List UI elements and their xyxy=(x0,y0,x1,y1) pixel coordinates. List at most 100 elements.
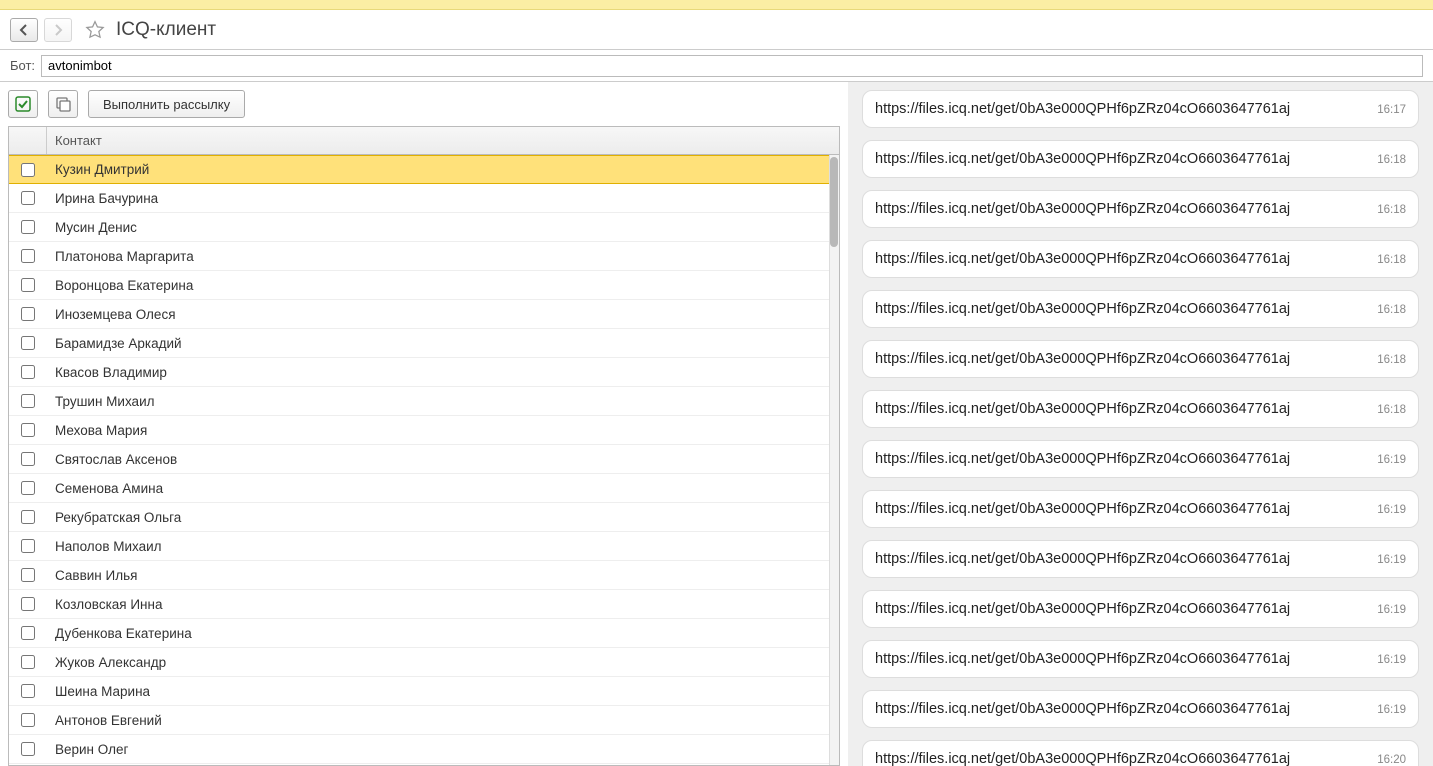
message-bubble[interactable]: https://files.icq.net/get/0bA3e000QPHf6p… xyxy=(862,540,1419,578)
row-checkbox[interactable] xyxy=(21,307,35,321)
nav-forward-button[interactable] xyxy=(44,18,72,42)
message-bubble[interactable]: https://files.icq.net/get/0bA3e000QPHf6p… xyxy=(862,640,1419,678)
row-contact-name: Кузин Дмитрий xyxy=(47,162,839,177)
table-row[interactable]: Дубенкова Екатерина xyxy=(9,619,839,648)
table-row[interactable]: Иноземцева Олеся xyxy=(9,300,839,329)
table-row[interactable]: Барамидзе Аркадий xyxy=(9,329,839,358)
table-row[interactable]: Антонов Евгений xyxy=(9,706,839,735)
table-row[interactable]: Саввин Илья xyxy=(9,561,839,590)
message-time: 16:20 xyxy=(1377,754,1406,766)
table-row[interactable]: Верин Олег xyxy=(9,735,839,764)
bot-field-row: Бот: xyxy=(0,50,1433,82)
contacts-panel: Выполнить рассылку Контакт Кузин Дмитрий… xyxy=(0,82,848,766)
check-all-icon xyxy=(15,96,31,112)
row-contact-name: Шеина Марина xyxy=(47,684,839,699)
grid-header-checkbox-col[interactable] xyxy=(9,127,47,154)
row-checkbox[interactable] xyxy=(21,481,35,495)
message-time: 16:18 xyxy=(1377,154,1406,166)
table-row[interactable]: Трушин Михаил xyxy=(9,387,839,416)
row-contact-name: Мусин Денис xyxy=(47,220,839,235)
row-checkbox-cell xyxy=(9,220,47,234)
message-bubble[interactable]: https://files.icq.net/get/0bA3e000QPHf6p… xyxy=(862,440,1419,478)
message-bubble[interactable]: https://files.icq.net/get/0bA3e000QPHf6p… xyxy=(862,90,1419,128)
grid-header-contact[interactable]: Контакт xyxy=(47,127,839,154)
row-checkbox[interactable] xyxy=(21,336,35,350)
row-checkbox[interactable] xyxy=(21,394,35,408)
message-bubble[interactable]: https://files.icq.net/get/0bA3e000QPHf6p… xyxy=(862,590,1419,628)
row-contact-name: Жуков Александр xyxy=(47,655,839,670)
row-checkbox-cell xyxy=(9,510,47,524)
message-url: https://files.icq.net/get/0bA3e000QPHf6p… xyxy=(875,251,1369,267)
messages-panel[interactable]: https://files.icq.net/get/0bA3e000QPHf6p… xyxy=(848,82,1433,766)
row-contact-name: Семенова Амина xyxy=(47,481,839,496)
message-bubble[interactable]: https://files.icq.net/get/0bA3e000QPHf6p… xyxy=(862,190,1419,228)
row-checkbox[interactable] xyxy=(21,626,35,640)
row-checkbox-cell xyxy=(9,394,47,408)
message-bubble[interactable]: https://files.icq.net/get/0bA3e000QPHf6p… xyxy=(862,290,1419,328)
table-row[interactable]: Святослав Аксенов xyxy=(9,445,839,474)
message-bubble[interactable]: https://files.icq.net/get/0bA3e000QPHf6p… xyxy=(862,390,1419,428)
message-time: 16:19 xyxy=(1377,454,1406,466)
check-all-button[interactable] xyxy=(8,90,38,118)
row-checkbox-cell xyxy=(9,307,47,321)
message-url: https://files.icq.net/get/0bA3e000QPHf6p… xyxy=(875,701,1369,717)
table-row[interactable]: Рекубратская Ольга xyxy=(9,503,839,532)
table-row[interactable]: Кузин Дмитрий xyxy=(9,155,839,184)
message-bubble[interactable]: https://files.icq.net/get/0bA3e000QPHf6p… xyxy=(862,340,1419,378)
row-checkbox[interactable] xyxy=(21,742,35,756)
grid-header: Контакт xyxy=(9,127,839,155)
table-row[interactable]: Жуков Александр xyxy=(9,648,839,677)
table-row[interactable]: Семенова Амина xyxy=(9,474,839,503)
row-checkbox[interactable] xyxy=(21,191,35,205)
row-checkbox[interactable] xyxy=(21,597,35,611)
row-contact-name: Козловская Инна xyxy=(47,597,839,612)
row-checkbox[interactable] xyxy=(21,452,35,466)
row-contact-name: Платонова Маргарита xyxy=(47,249,839,264)
table-row[interactable]: Ирина Бачурина xyxy=(9,184,839,213)
row-contact-name: Квасов Владимир xyxy=(47,365,839,380)
table-row[interactable]: Шеина Марина xyxy=(9,677,839,706)
grid-scrollbar-thumb[interactable] xyxy=(830,157,838,247)
message-url: https://files.icq.net/get/0bA3e000QPHf6p… xyxy=(875,501,1369,517)
bot-input[interactable] xyxy=(41,55,1423,77)
row-checkbox-cell xyxy=(9,452,47,466)
arrow-right-icon xyxy=(52,24,64,36)
message-time: 16:17 xyxy=(1377,104,1406,116)
row-checkbox[interactable] xyxy=(21,568,35,582)
table-row[interactable]: Мусин Денис xyxy=(9,213,839,242)
table-row[interactable]: Платонова Маргарита xyxy=(9,242,839,271)
message-bubble[interactable]: https://files.icq.net/get/0bA3e000QPHf6p… xyxy=(862,140,1419,178)
row-checkbox[interactable] xyxy=(21,278,35,292)
message-bubble[interactable]: https://files.icq.net/get/0bA3e000QPHf6p… xyxy=(862,740,1419,766)
table-row[interactable]: Козловская Инна xyxy=(9,590,839,619)
row-checkbox[interactable] xyxy=(21,220,35,234)
table-row[interactable]: Наполов Михаил xyxy=(9,532,839,561)
row-checkbox[interactable] xyxy=(21,684,35,698)
send-mailing-button[interactable]: Выполнить рассылку xyxy=(88,90,245,118)
favorite-star-button[interactable] xyxy=(84,19,106,41)
row-checkbox[interactable] xyxy=(21,163,35,177)
bot-label: Бот: xyxy=(10,58,35,73)
row-checkbox[interactable] xyxy=(21,655,35,669)
table-row[interactable]: Квасов Владимир xyxy=(9,358,839,387)
message-time: 16:19 xyxy=(1377,504,1406,516)
row-checkbox[interactable] xyxy=(21,713,35,727)
row-checkbox[interactable] xyxy=(21,510,35,524)
message-url: https://files.icq.net/get/0bA3e000QPHf6p… xyxy=(875,201,1369,217)
grid-body[interactable]: Кузин Дмитрий Ирина Бачурина Мусин Денис Пл… xyxy=(9,155,839,765)
row-checkbox-cell xyxy=(9,626,47,640)
message-url: https://files.icq.net/get/0bA3e000QPHf6p… xyxy=(875,551,1369,567)
row-checkbox[interactable] xyxy=(21,249,35,263)
uncheck-all-button[interactable] xyxy=(48,90,78,118)
message-bubble[interactable]: https://files.icq.net/get/0bA3e000QPHf6p… xyxy=(862,690,1419,728)
row-checkbox[interactable] xyxy=(21,423,35,437)
message-time: 16:19 xyxy=(1377,604,1406,616)
message-bubble[interactable]: https://files.icq.net/get/0bA3e000QPHf6p… xyxy=(862,490,1419,528)
row-checkbox[interactable] xyxy=(21,365,35,379)
table-row[interactable]: Мехова Мария xyxy=(9,416,839,445)
app-ribbon-stub xyxy=(0,0,1433,10)
table-row[interactable]: Воронцова Екатерина xyxy=(9,271,839,300)
nav-back-button[interactable] xyxy=(10,18,38,42)
message-bubble[interactable]: https://files.icq.net/get/0bA3e000QPHf6p… xyxy=(862,240,1419,278)
row-checkbox[interactable] xyxy=(21,539,35,553)
